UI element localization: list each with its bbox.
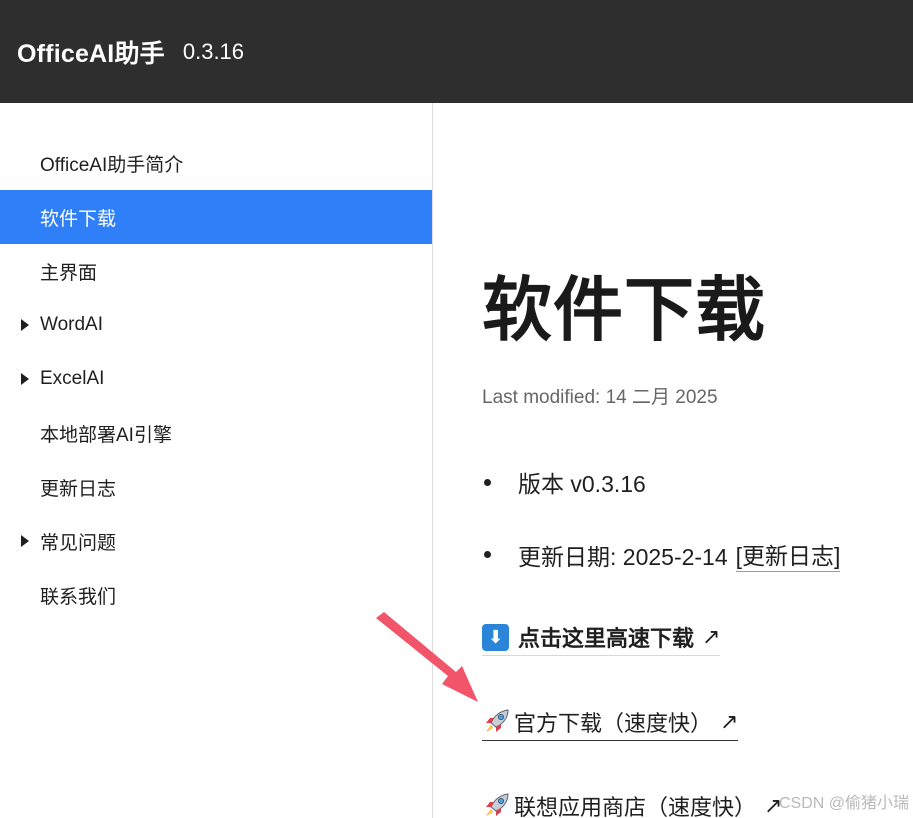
brand-title[interactable]: OfficeAI助手 (17, 34, 165, 70)
sidebar-item-download[interactable]: 软件下载 (0, 190, 432, 244)
sidebar-item-local-deploy[interactable]: 本地部署AI引擎 (0, 406, 432, 460)
sidebar-item-excelai[interactable]: ExcelAI (0, 352, 432, 406)
sidebar-item-label: 软件下载 (40, 208, 117, 230)
official-download-label: 官方下载（速度快） (514, 711, 713, 736)
rocket-icon (486, 709, 509, 732)
list-item-update-date: 更新日期: 2025-2-14 [更新日志] (482, 537, 841, 572)
main-content: 软件下载 Last modified: 14 二月 2025 版本 v0.3.1… (434, 103, 913, 818)
sidebar-item-label: 本地部署AI引擎 (40, 424, 172, 446)
version-label: 0.3.16 (182, 38, 245, 64)
update-date-text: 更新日期: 2025-2-14 (518, 543, 728, 570)
sidebar-item-label: 常见问题 (40, 532, 117, 554)
sidebar-item-label: OfficeAI助手简介 (40, 154, 184, 176)
sidebar-item-label: 更新日志 (40, 478, 117, 500)
external-link-icon: ↗ (720, 709, 739, 734)
sidebar-item-changelog[interactable]: 更新日志 (0, 460, 432, 514)
app-header: OfficeAI助手 0.3.16 (0, 0, 913, 103)
watermark-text: CSDN @偷猪小瑞 (778, 795, 909, 812)
sidebar-item-label: 主界面 (40, 262, 98, 284)
last-modified-text: Last modified: 14 二月 2025 (482, 387, 718, 408)
sidebar-nav: OfficeAI助手简介 软件下载 主界面 WordAI ExcelAI 本地部… (0, 103, 433, 818)
sidebar-item-label: ExcelAI (40, 368, 105, 389)
sidebar-item-contact[interactable]: 联系我们 (0, 568, 432, 622)
sidebar-item-label: WordAI (40, 314, 104, 335)
caret-right-icon[interactable] (21, 373, 29, 385)
sidebar-item-wordai[interactable]: WordAI (0, 298, 432, 352)
fast-download-label: 点击这里高速下载 (518, 626, 695, 651)
lenovo-store-label: 联想应用商店（速度快） (514, 795, 757, 818)
list-item-version: 版本 v0.3.16 (482, 465, 646, 499)
changelog-link[interactable]: [更新日志] (735, 537, 841, 572)
sidebar-item-intro[interactable]: OfficeAI助手简介 (0, 136, 432, 190)
sidebar-item-main-ui[interactable]: 主界面 (0, 244, 432, 298)
sidebar-item-faq[interactable]: 常见问题 (0, 514, 432, 568)
bullet-dot (484, 478, 491, 486)
bullet-dot (484, 551, 491, 558)
caret-right-icon[interactable] (21, 535, 29, 547)
fast-download-link[interactable]: ⬇ 点击这里高速下载 ↗ (482, 621, 721, 656)
down-arrow-icon: ⬇ (482, 623, 509, 651)
lenovo-store-link[interactable]: 联想应用商店（速度快） ↗ (482, 790, 782, 818)
version-text: 版本 v0.3.16 (518, 471, 646, 497)
page-title: 软件下载 (482, 271, 766, 349)
external-link-icon: ↗ (702, 624, 721, 649)
rocket-icon (486, 793, 509, 816)
caret-right-icon[interactable] (21, 319, 29, 331)
sidebar-item-label: 联系我们 (40, 586, 117, 608)
official-download-link[interactable]: 官方下载（速度快） ↗ (482, 706, 739, 741)
